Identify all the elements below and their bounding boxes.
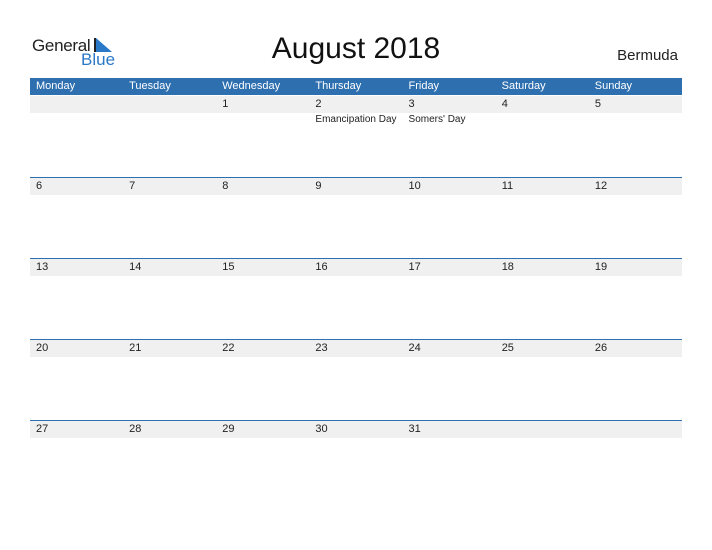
day-cell: 5	[589, 96, 682, 176]
weekday-saturday: Saturday	[501, 80, 546, 92]
holiday-label: Somers' Day	[408, 114, 466, 125]
day-number: 5	[594, 98, 601, 110]
day-cell: 24	[403, 340, 496, 420]
day-cell: 15	[216, 259, 309, 339]
day-cell: 1	[216, 96, 309, 176]
day-number: 21	[129, 342, 142, 354]
day-cell	[30, 96, 123, 176]
day-cell	[496, 421, 589, 501]
day-cell: 25	[496, 340, 589, 420]
day-cell: 29	[216, 421, 309, 501]
day-number: 11	[501, 180, 514, 192]
weekday-monday: Monday	[36, 80, 76, 92]
weekday-friday: Friday	[408, 80, 440, 92]
day-number: 14	[129, 261, 142, 273]
day-number: 13	[36, 261, 49, 273]
day-cell	[589, 421, 682, 501]
day-cell: 2 Emancipation Day	[309, 96, 402, 176]
week-row: 1 2 Emancipation Day 3 Somers' Day 4 5	[30, 96, 682, 177]
day-cell: 20	[30, 340, 123, 420]
day-cell: 28	[123, 421, 216, 501]
weekday-tuesday: Tuesday	[129, 80, 171, 92]
day-cell: 8	[216, 178, 309, 258]
day-cell: 4	[496, 96, 589, 176]
day-number: 15	[222, 261, 235, 273]
day-number: 17	[408, 261, 421, 273]
day-cell: 11	[496, 178, 589, 258]
day-number: 29	[222, 423, 235, 435]
day-number: 27	[36, 423, 49, 435]
day-cell: 19	[589, 259, 682, 339]
day-cell: 27	[30, 421, 123, 501]
day-cell: 16	[309, 259, 402, 339]
day-cell: 14	[123, 259, 216, 339]
day-cell: 23	[309, 340, 402, 420]
day-cell: 22	[216, 340, 309, 420]
day-cell: 9	[309, 178, 402, 258]
day-cell: 7	[123, 178, 216, 258]
day-cell: 17	[403, 259, 496, 339]
day-cell	[123, 96, 216, 176]
day-number: 10	[408, 180, 421, 192]
holiday-label: Emancipation Day	[315, 114, 397, 125]
week-row: 6 7 8 9 10 11 12	[30, 177, 682, 259]
day-number: 19	[594, 261, 608, 273]
day-cell: 31	[403, 421, 496, 501]
day-number: 20	[36, 342, 49, 354]
day-number: 23	[315, 342, 328, 354]
day-number: 30	[315, 423, 328, 435]
week-row: 13 14 15 16 17 18 19	[30, 258, 682, 340]
calendar-title: August 2018	[271, 32, 441, 65]
day-cell: 30	[309, 421, 402, 501]
country-label: Bermuda	[617, 47, 678, 64]
day-number: 9	[315, 180, 322, 192]
day-cell: 18	[496, 259, 589, 339]
day-cell: 6	[30, 178, 123, 258]
day-number: 12	[594, 180, 608, 192]
day-cell: 26	[589, 340, 682, 420]
day-number: 1	[222, 98, 229, 110]
weekday-sunday: Sunday	[594, 80, 633, 92]
day-number: 28	[129, 423, 142, 435]
day-cell: 3 Somers' Day	[403, 96, 496, 176]
weekday-thursday: Thursday	[315, 80, 362, 92]
day-number: 2	[315, 98, 322, 110]
day-number: 3	[408, 98, 415, 110]
day-number: 26	[594, 342, 608, 354]
day-number: 8	[222, 180, 229, 192]
day-cell: 10	[403, 178, 496, 258]
day-number: 24	[408, 342, 421, 354]
weekday-header: Monday Tuesday Wednesday Thursday Friday…	[30, 78, 682, 95]
week-row: 27 28 29 30 31	[30, 420, 682, 502]
day-cell: 13	[30, 259, 123, 339]
day-number: 6	[36, 180, 43, 192]
day-number: 7	[129, 180, 136, 192]
weekday-wednesday: Wednesday	[222, 80, 281, 92]
day-cell: 12	[589, 178, 682, 258]
day-number: 16	[315, 261, 328, 273]
day-number: 25	[501, 342, 514, 354]
day-number: 22	[222, 342, 235, 354]
week-row: 20 21 22 23 24 25 26	[30, 339, 682, 421]
day-number: 18	[501, 261, 514, 273]
day-number: 31	[408, 423, 421, 435]
day-cell: 21	[123, 340, 216, 420]
day-number: 4	[501, 98, 508, 110]
